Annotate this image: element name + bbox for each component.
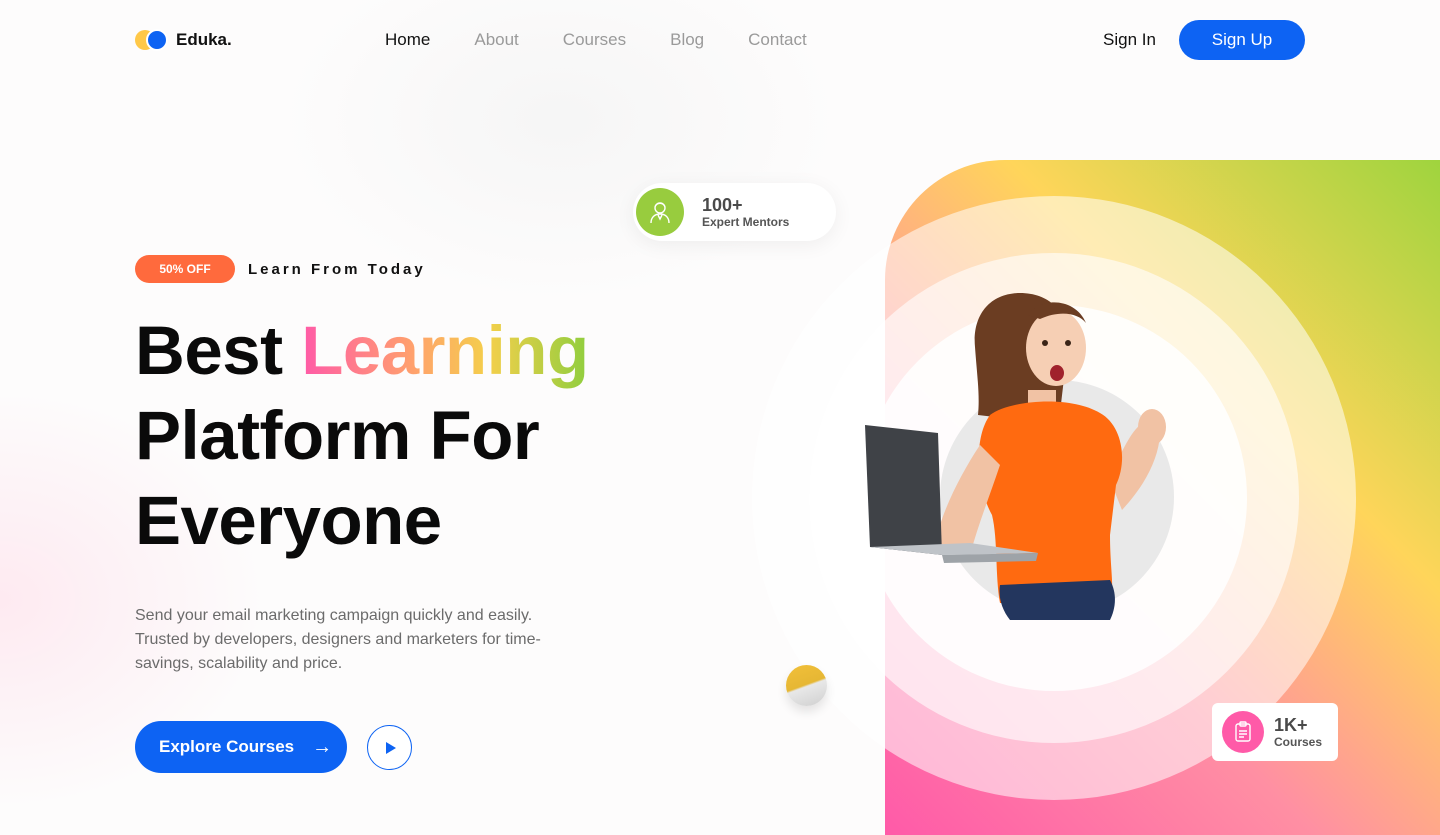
courses-stat-text: 1K+ Courses [1274, 715, 1322, 749]
mentors-count: 100+ [702, 195, 743, 215]
promo-row: 50% OFF Learn From Today [135, 255, 426, 283]
arrow-right-icon: → [312, 735, 333, 758]
explore-courses-label: Explore Courses [159, 737, 295, 756]
nav-item-home[interactable]: Home [385, 30, 430, 50]
mentors-label: Expert Mentors [702, 215, 790, 229]
brand-logo[interactable]: Eduka. [135, 29, 232, 51]
document-icon [1222, 711, 1264, 753]
nav-item-about[interactable]: About [474, 30, 518, 50]
discount-badge: 50% OFF [135, 255, 235, 283]
play-icon [386, 741, 396, 754]
sign-up-button[interactable]: Sign Up [1179, 20, 1305, 60]
main-nav: Home About Courses Blog Contact [385, 30, 851, 50]
headline-word-best: Best [135, 312, 283, 389]
decorative-ball [786, 665, 827, 706]
brand-name: Eduka. [176, 30, 232, 49]
headline-highlight: Learning [301, 312, 589, 389]
courses-count: 1K+ [1274, 715, 1308, 735]
courses-stat-card: 1K+ Courses [1212, 703, 1338, 761]
nav-item-courses[interactable]: Courses [563, 30, 626, 50]
student-with-laptop-image [865, 293, 1166, 620]
mentors-stat-text: 100+ Expert Mentors [702, 195, 789, 229]
headline-line-2: Platform For [135, 397, 540, 474]
explore-courses-button[interactable]: Explore Courses → [135, 721, 347, 773]
mentors-stat-card: 100+ Expert Mentors [633, 183, 836, 241]
headline-line-3: Everyone [135, 482, 442, 559]
courses-label: Courses [1274, 735, 1323, 749]
promo-caption: Learn From Today [248, 260, 426, 278]
mentor-icon [636, 188, 684, 236]
hero-headline: Best Learning Platform For Everyone [135, 308, 589, 563]
nav-item-contact[interactable]: Contact [748, 30, 807, 50]
site-header: Eduka. Home About Courses Blog Contact S… [0, 0, 1440, 80]
sign-in-link[interactable]: Sign In [1103, 30, 1156, 50]
logo-icon [135, 29, 168, 51]
play-video-button[interactable] [367, 725, 412, 770]
nav-item-blog[interactable]: Blog [670, 30, 704, 50]
hero-description: Send your email marketing campaign quick… [135, 607, 541, 672]
